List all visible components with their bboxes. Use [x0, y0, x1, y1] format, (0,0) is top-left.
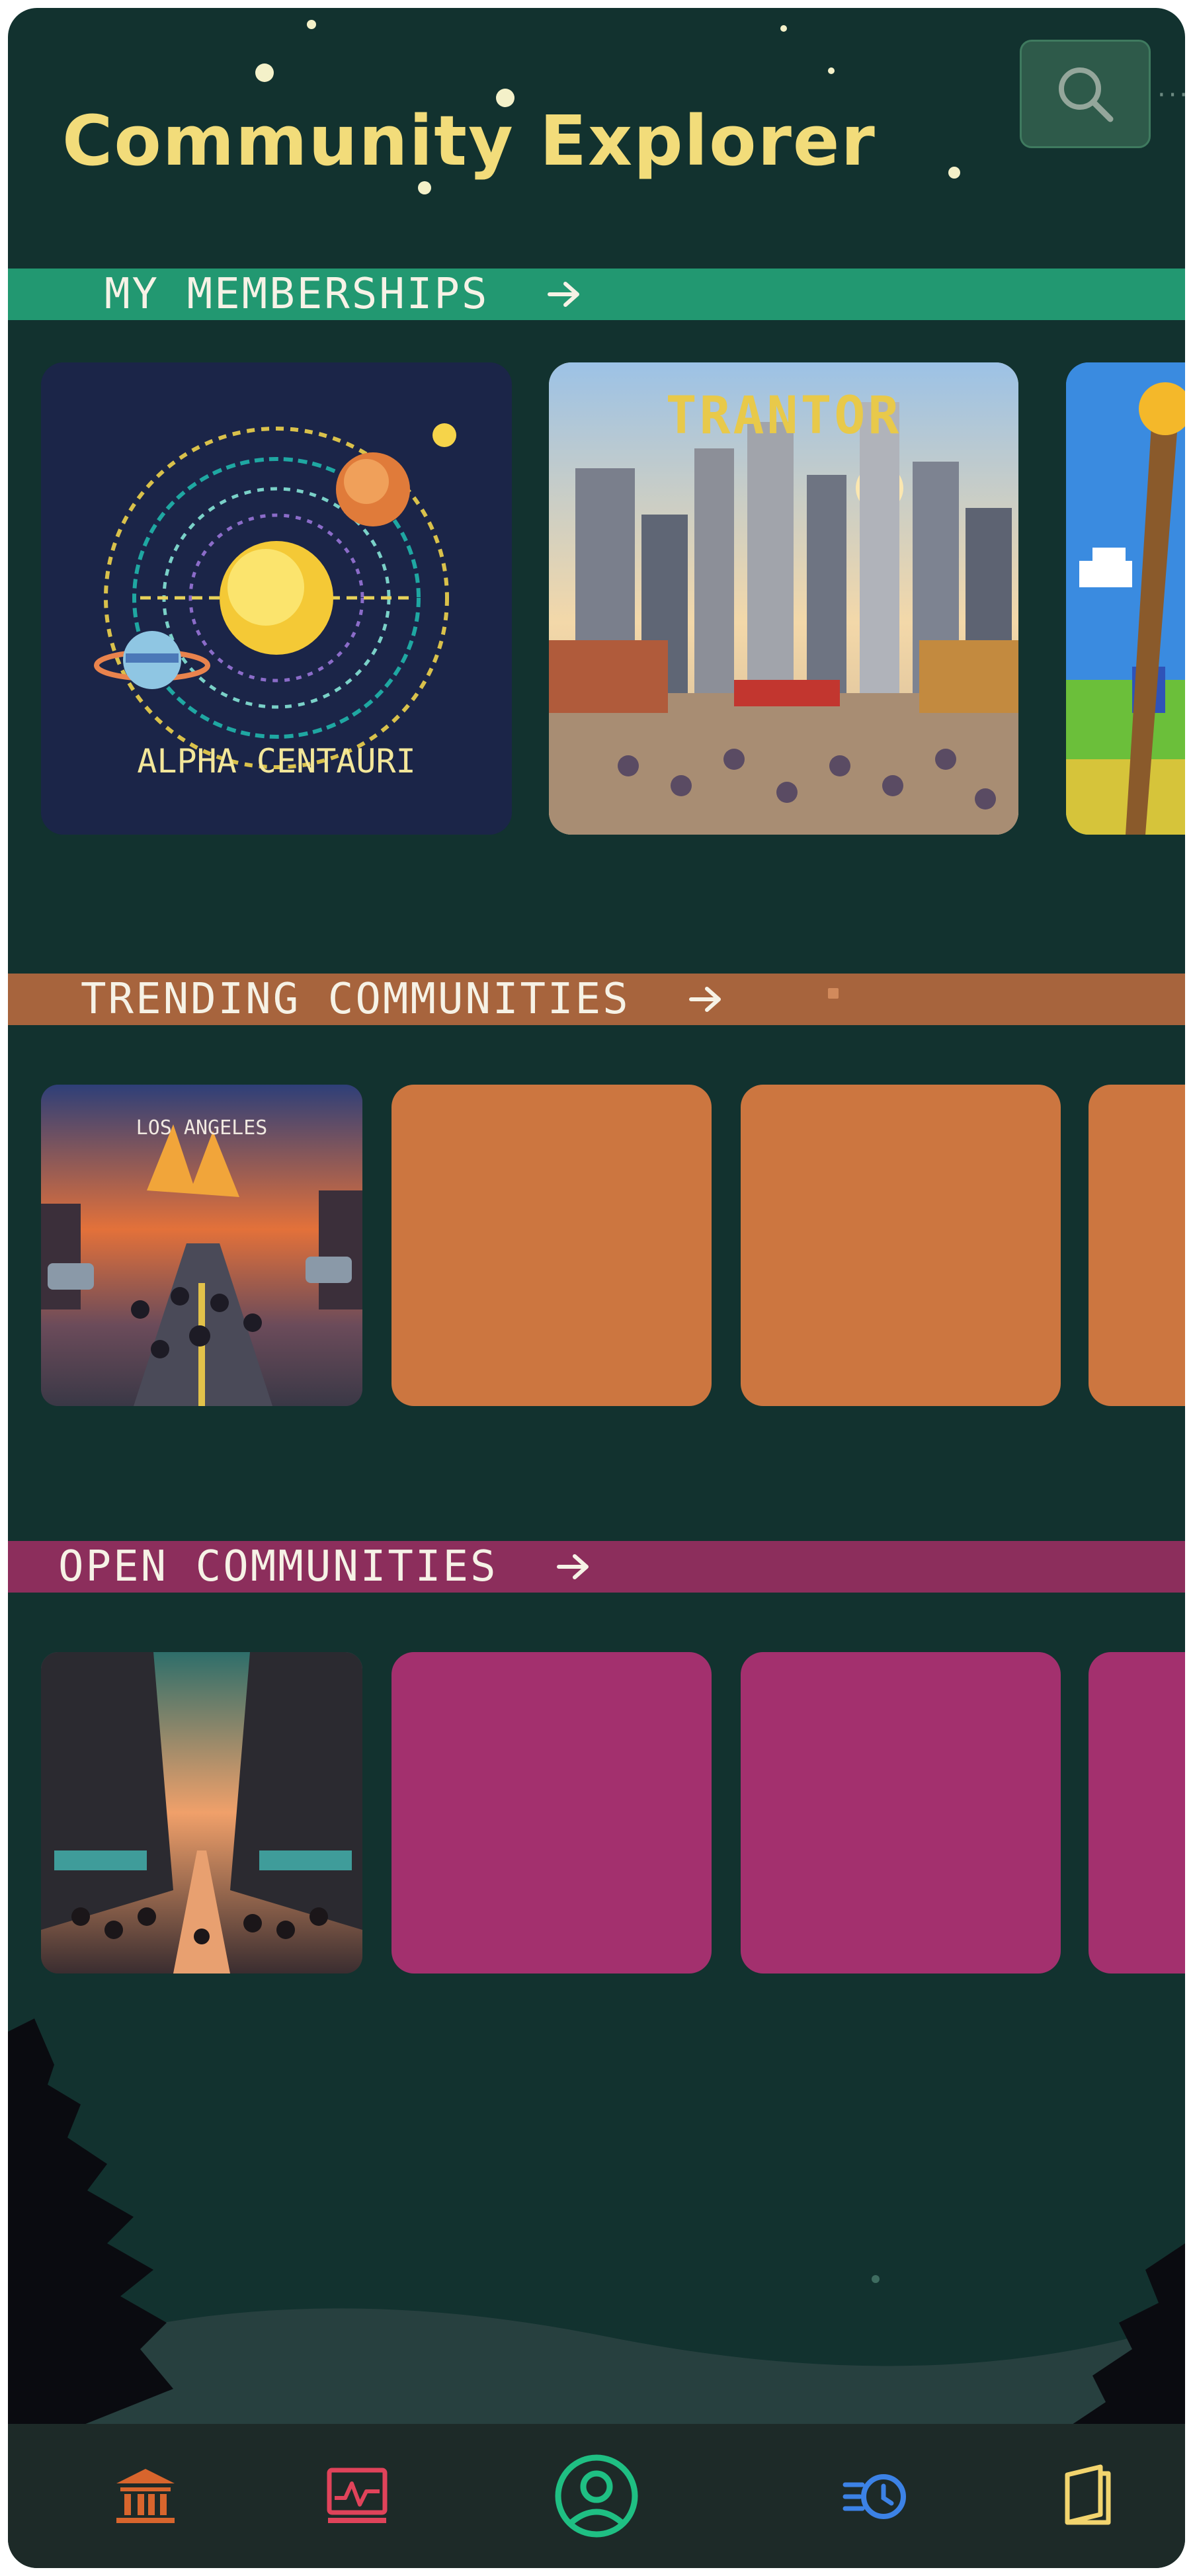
city-street-artwork — [41, 1652, 362, 1974]
section-header-open-communities[interactable]: OPEN COMMUNITIES — [8, 1541, 1185, 1593]
star-decoration — [418, 181, 431, 194]
nav-item-history[interactable] — [809, 2424, 942, 2568]
book-icon — [1065, 2464, 1111, 2525]
profile-icon — [555, 2454, 638, 2538]
star-decoration — [948, 167, 960, 179]
card-title: TRANTOR — [665, 386, 902, 446]
activity-chart-icon — [327, 2468, 388, 2523]
app-screen: Community Explorer ··· MY MEMBERSHIPS — [8, 8, 1185, 2568]
community-card-city-street[interactable] — [41, 1652, 362, 1974]
card-title: ALPHA CENTAURI — [137, 742, 416, 780]
community-card-placeholder[interactable] — [741, 1085, 1061, 1406]
arrow-right-icon — [556, 1552, 592, 1581]
community-card-los-angeles[interactable]: LOS ANGELES — [41, 1085, 362, 1406]
community-card-placeholder[interactable] — [391, 1652, 712, 1974]
section-header-my-memberships[interactable]: MY MEMBERSHIPS — [8, 269, 1185, 320]
institution-icon — [116, 2469, 175, 2523]
section-title: OPEN COMMUNITIES — [58, 1542, 498, 1591]
star-decoration — [828, 988, 839, 999]
star-decoration — [828, 67, 835, 74]
page-title: Community Explorer — [62, 101, 876, 181]
community-card-trantor[interactable]: TRANTOR — [549, 362, 1018, 835]
arrow-right-icon — [547, 280, 583, 309]
star-decoration — [255, 63, 274, 82]
community-card-placeholder[interactable] — [741, 1652, 1061, 1974]
card-title: LOS ANGELES — [136, 1116, 268, 1140]
arrow-right-icon — [688, 985, 724, 1014]
community-card-alpha-centauri[interactable]: ALPHA CENTAURI — [41, 362, 512, 835]
nav-item-profile[interactable] — [530, 2424, 663, 2568]
forest-silhouette-decoration — [8, 2018, 1185, 2455]
section-title: TRENDING COMMUNITIES — [81, 975, 630, 1024]
nav-item-institution[interactable] — [79, 2424, 212, 2568]
search-icon — [1059, 67, 1114, 122]
landscape-artwork — [1066, 362, 1185, 835]
star-decoration — [307, 20, 316, 29]
more-dots-icon[interactable]: ··· — [1157, 82, 1185, 108]
star-decoration — [780, 25, 787, 32]
section-header-trending-communities[interactable]: TRENDING COMMUNITIES — [8, 974, 1185, 1025]
bottom-navigation — [8, 2424, 1185, 2568]
community-card-placeholder[interactable] — [391, 1085, 712, 1406]
section-title: MY MEMBERSHIPS — [104, 270, 489, 319]
nav-item-activity[interactable] — [291, 2424, 423, 2568]
nav-item-book[interactable] — [1021, 2424, 1153, 2568]
community-card-placeholder[interactable] — [1089, 1085, 1185, 1406]
search-button[interactable] — [1020, 40, 1151, 148]
community-card-placeholder[interactable] — [1089, 1652, 1185, 1974]
history-icon — [843, 2474, 906, 2519]
community-card-landscape[interactable] — [1066, 362, 1185, 835]
